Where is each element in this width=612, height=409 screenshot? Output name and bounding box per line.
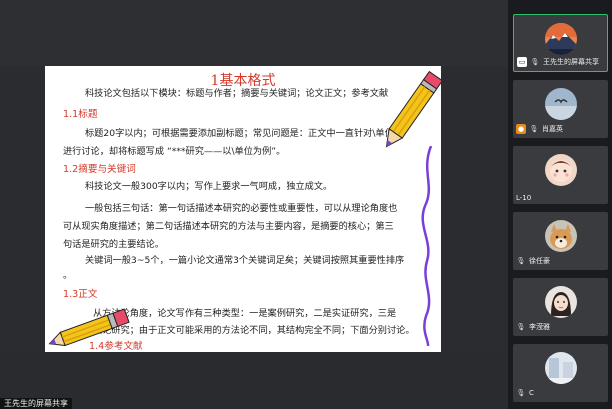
participant-sidebar[interactable]: ▭ 🎙 王先生的屏幕共享 ● 🎙 肖嘉英 L-10 🎙 徐任豪 🎙 李滢雅 🎙 … [508, 0, 612, 409]
avatar [544, 286, 577, 318]
participant-side-label: L-10 [516, 194, 532, 202]
pencil-icon [48, 308, 130, 347]
meeting-window: 1基本格式 科技论文包括以下模块：标题与作者；摘要与关键词；论文正文；参考文献 … [0, 0, 612, 409]
share-bottom-bar [0, 352, 508, 409]
microphone-icon: 🎙 [516, 257, 526, 265]
section1-line2: 进行讨论，却将标题写成 “***研究——以\单位为例”。 [63, 146, 286, 157]
avatar [544, 23, 577, 55]
section1-line1: 标题20字以内；可根据需要添加副标题；常见问题是：正文中一直针对\单位 [85, 128, 394, 139]
screen-share-area: 1基本格式 科技论文包括以下模块：标题与作者；摘要与关键词；论文正文；参考文献 … [0, 0, 508, 409]
section2-line6: 。 [63, 270, 73, 281]
participant-tile[interactable]: ▭ 🎙 王先生的屏幕共享 [513, 14, 608, 72]
avatar [544, 154, 577, 186]
participant-name: 李滢雅 [529, 323, 550, 331]
avatar [544, 352, 577, 384]
share-top-bar [0, 0, 508, 66]
participant-label: 🎙 李滢雅 [516, 321, 550, 333]
presentation-slide: 1基本格式 科技论文包括以下模块：标题与作者；摘要与关键词；论文正文；参考文献 … [45, 66, 441, 352]
participant-label: 🎙 C [516, 387, 534, 399]
pencil-icon [385, 70, 441, 148]
participant-name: C [529, 389, 534, 397]
microphone-icon: 🎙 [530, 58, 540, 66]
section-heading-1: 1.1标题 [63, 109, 98, 120]
section-heading-3: 1.3正文 [63, 289, 98, 300]
participant-label: 🎙 徐任豪 [516, 255, 550, 267]
slide-intro: 科技论文包括以下模块：标题与作者；摘要与关键词；论文正文；参考文献 [85, 88, 389, 99]
avatar [544, 88, 577, 120]
participant-label: ▭ 🎙 王先生的屏幕共享 [517, 56, 599, 68]
participant-tile[interactable]: 🎙 李滢雅 [513, 278, 608, 336]
participant-label: ● 🎙 肖嘉英 [516, 123, 563, 135]
participant-tile[interactable]: 🎙 徐任豪 [513, 212, 608, 270]
participant-name: 王先生的屏幕共享 [543, 58, 599, 66]
section2-line2: 一般包括三句话：第一句话描述本研究的必要性或重要性，可以从理论角度也 [85, 203, 398, 214]
user-icon: ● [516, 124, 526, 134]
participant-name: 徐任豪 [529, 257, 550, 265]
participant-name: 肖嘉英 [542, 125, 563, 133]
microphone-icon: 🎙 [529, 125, 539, 133]
section2-line1: 科技论文一般300字以内；写作上要求一气呵成，独立成文。 [85, 181, 333, 192]
decorative-wave-line [421, 146, 433, 346]
participant-tile[interactable]: L-10 [513, 146, 608, 204]
section2-line3: 可从现实角度描述；第二句话描述本研究的方法与主要内容，是摘要的核心；第三 [63, 221, 394, 232]
section2-line5: 关键词一般3~5个，一篇小论文通常3个关键词足矣；关键词按照其重要性排序 [85, 255, 405, 266]
avatar [544, 220, 577, 252]
microphone-icon: 🎙 [516, 323, 526, 331]
participant-tile[interactable]: 🎙 C [513, 344, 608, 402]
participant-tile[interactable]: ● 🎙 肖嘉英 [513, 80, 608, 138]
microphone-icon: 🎙 [516, 389, 526, 397]
share-owner-label: 王先生的屏幕共享 [0, 398, 72, 409]
screen-share-icon: ▭ [517, 57, 527, 67]
